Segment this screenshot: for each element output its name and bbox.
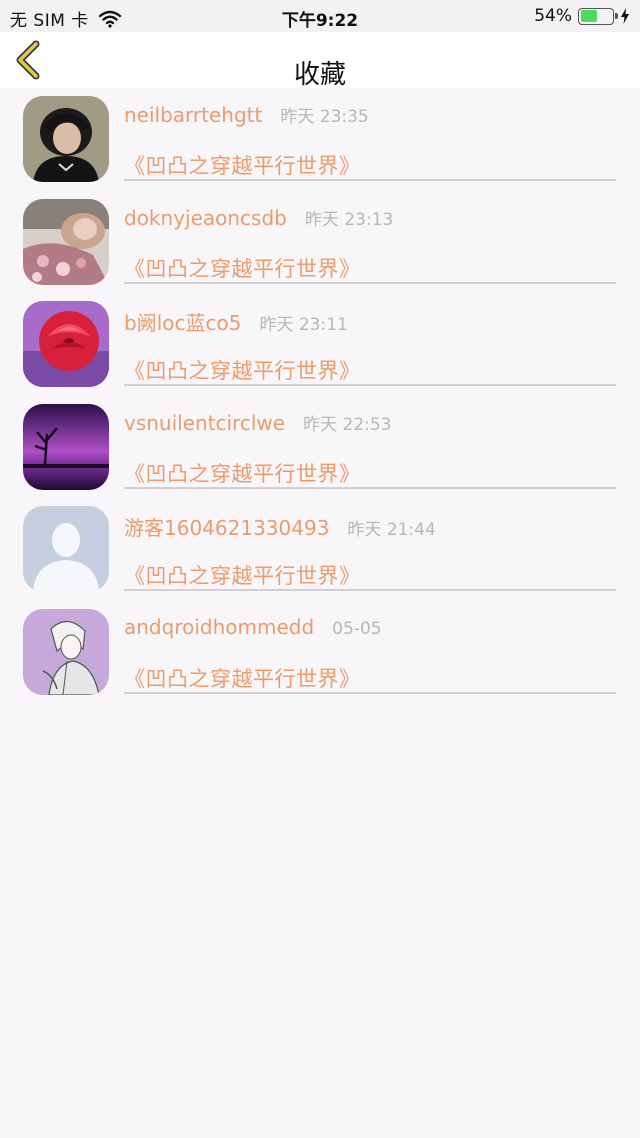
list-item[interactable]: neilbarrtehgtt 昨天 23:35 《凹凸之穿越平行世界》 — [0, 88, 640, 191]
username: neilbarrtehgtt 昨天 23:35 — [124, 102, 369, 127]
list-item[interactable]: 游客1604621330493 昨天 21:44 《凹凸之穿越平行世界》 — [0, 498, 640, 601]
default-user-avatar — [23, 506, 109, 593]
list-item[interactable]: andqroidhommedd 05-05 《凹凸之穿越平行世界》 — [0, 601, 640, 704]
book-title[interactable]: 《凹凸之穿越平行世界》 — [124, 560, 361, 590]
avatar[interactable] — [23, 198, 109, 285]
divider — [124, 281, 616, 284]
user-photo-avatar — [23, 198, 109, 285]
divider — [124, 179, 616, 181]
user-photo-avatar — [23, 96, 109, 182]
avatar[interactable] — [23, 608, 109, 695]
username: 游客1604621330493 昨天 21:44 — [124, 512, 436, 541]
divider — [124, 384, 616, 387]
timestamp: 昨天 23:35 — [280, 107, 369, 127]
battery-icon — [578, 7, 618, 25]
book-title[interactable]: 《凹凸之穿越平行世界》 — [124, 150, 361, 180]
username-text: doknyjeaoncsdb — [124, 205, 287, 230]
book-title[interactable]: 《凹凸之穿越平行世界》 — [124, 253, 361, 283]
username-text: neilbarrtehgtt — [124, 103, 263, 127]
username: b阙loc蓝co5 昨天 23:11 — [124, 307, 348, 336]
avatar[interactable] — [23, 403, 109, 490]
avatar[interactable] — [23, 96, 109, 182]
battery-fill — [580, 10, 598, 22]
username-text: andqroidhommedd — [124, 614, 315, 639]
username: doknyjeaoncsdb 昨天 23:13 — [124, 205, 393, 230]
sunset-tree-avatar — [23, 403, 109, 490]
timestamp: 05-05 — [332, 618, 382, 639]
avatar[interactable] — [23, 301, 109, 388]
username-text: vsnuilentcirclwe — [124, 410, 286, 435]
navigation-bar: 收藏 — [0, 32, 640, 90]
battery-percent: 54% — [534, 6, 572, 26]
username-text: b阙loc蓝co5 — [124, 311, 242, 336]
username-text: 游客1604621330493 — [124, 516, 330, 541]
book-title[interactable]: 《凹凸之穿越平行世界》 — [124, 458, 361, 488]
username: andqroidhommedd 05-05 — [124, 615, 382, 639]
timestamp: 昨天 23:11 — [259, 315, 348, 336]
list-item[interactable]: b阙loc蓝co5 昨天 23:11 《凹凸之穿越平行世界》 — [0, 293, 640, 396]
favorites-list: neilbarrtehgtt 昨天 23:35 《凹凸之穿越平行世界》 dokny… — [0, 88, 640, 704]
charging-bolt-icon — [621, 8, 629, 24]
list-item[interactable]: vsnuilentcirclwe 昨天 22:53 《凹凸之穿越平行世界》 — [0, 396, 640, 499]
timestamp: 昨天 23:13 — [304, 209, 394, 230]
divider — [124, 486, 616, 489]
book-title[interactable]: 《凹凸之穿越平行世界》 — [124, 663, 361, 693]
status-right: 54% — [534, 6, 630, 26]
timestamp: 昨天 22:53 — [303, 414, 392, 435]
page-title: 收藏 — [293, 60, 346, 90]
status-bar: 无 SIM 卡 下午9:22 54% — [0, 0, 640, 32]
rose-photo-avatar — [23, 301, 109, 388]
list-item[interactable]: doknyjeaoncsdb 昨天 23:13 《凹凸之穿越平行世界》 — [0, 191, 640, 294]
anime-character-avatar — [23, 608, 109, 695]
divider — [124, 589, 616, 592]
avatar[interactable] — [23, 506, 109, 593]
divider — [124, 691, 616, 694]
timestamp: 昨天 21:44 — [347, 520, 436, 541]
book-title[interactable]: 《凹凸之穿越平行世界》 — [124, 355, 361, 385]
username: vsnuilentcirclwe 昨天 22:53 — [124, 410, 392, 435]
